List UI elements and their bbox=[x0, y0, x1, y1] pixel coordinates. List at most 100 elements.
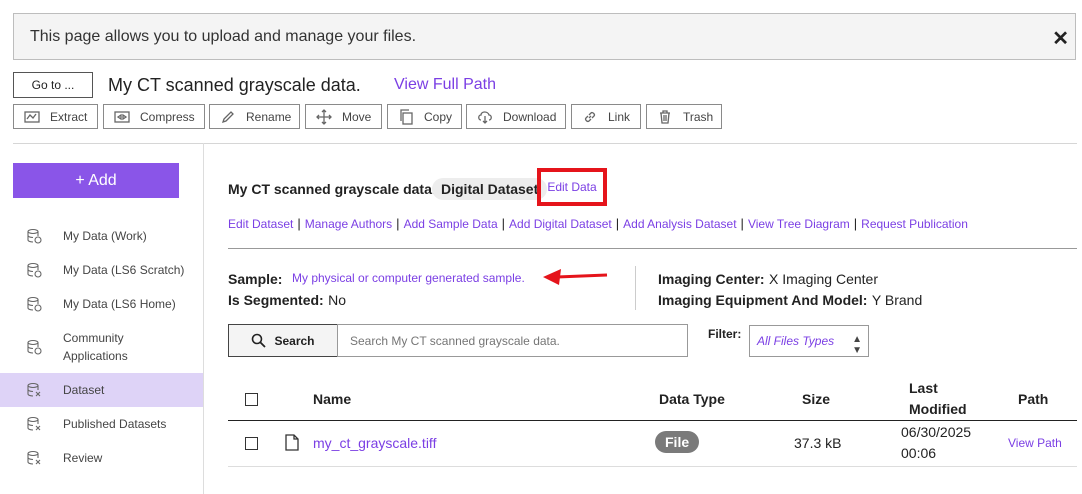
dataset-title: My CT scanned grayscale data. bbox=[228, 181, 436, 197]
search-icon bbox=[252, 333, 267, 348]
sidebar-divider bbox=[203, 143, 204, 494]
data-type-badge: File bbox=[655, 431, 700, 453]
sidebar-item-my-data-ls6-home[interactable]: My Data (LS6 Home) bbox=[0, 294, 203, 314]
sidebar-item-dataset[interactable]: Dataset bbox=[0, 373, 203, 407]
sidebar-item-label: Review bbox=[63, 451, 103, 465]
extract-icon bbox=[23, 110, 41, 124]
separator: | bbox=[740, 216, 744, 231]
add-digital-dataset-link[interactable]: Add Digital Dataset bbox=[509, 217, 612, 231]
sidebar-item-my-data-ls6-scratch[interactable]: My Data (LS6 Scratch) bbox=[0, 260, 203, 280]
database-icon bbox=[27, 296, 42, 312]
sample-label: Sample: bbox=[228, 271, 283, 287]
dataset-icon bbox=[27, 416, 41, 431]
sidebar-item-label: Published Datasets bbox=[63, 417, 167, 431]
add-button[interactable]: + Add bbox=[13, 163, 179, 198]
imaging-equipment-label: Imaging Equipment And Model: bbox=[658, 292, 868, 308]
sidebar-item-label: Dataset bbox=[63, 383, 105, 397]
row-checkbox[interactable] bbox=[245, 437, 258, 450]
file-name-link[interactable]: my_ct_grayscale.tiff bbox=[313, 435, 436, 451]
close-icon[interactable]: ✕ bbox=[1052, 26, 1069, 51]
column-header-path[interactable]: Path bbox=[1018, 391, 1048, 407]
extract-label: Extract bbox=[50, 109, 88, 124]
copy-button[interactable]: Copy bbox=[387, 104, 462, 129]
pencil-icon bbox=[219, 110, 237, 124]
sample-link[interactable]: My physical or computer generated sample… bbox=[292, 271, 525, 285]
red-arrow-annotation bbox=[543, 269, 608, 285]
page-title: My CT scanned grayscale data. bbox=[108, 75, 361, 95]
banner-text: This page allows you to upload and manag… bbox=[30, 28, 417, 45]
edit-dataset-link[interactable]: Edit Dataset bbox=[228, 217, 293, 231]
download-label: Download bbox=[503, 109, 557, 124]
search-button-label: Search bbox=[274, 333, 315, 348]
modified-date: 06/30/2025 bbox=[901, 424, 972, 440]
sample-field: Sample: bbox=[228, 271, 282, 289]
download-button[interactable]: Download bbox=[466, 104, 566, 129]
link-button[interactable]: Link bbox=[571, 104, 641, 129]
compress-button[interactable]: Compress bbox=[103, 104, 205, 129]
trash-button[interactable]: Trash bbox=[646, 104, 722, 129]
go-to-button[interactable]: Go to ... bbox=[13, 72, 93, 98]
manage-authors-link[interactable]: Manage Authors bbox=[305, 217, 392, 231]
imaging-center-label: Imaging Center: bbox=[658, 271, 765, 287]
download-icon bbox=[476, 110, 494, 124]
imaging-center-value: X Imaging Center bbox=[769, 271, 878, 287]
database-icon bbox=[27, 262, 42, 278]
file-size: 37.3 kB bbox=[794, 435, 842, 451]
dataset-icon bbox=[27, 450, 41, 465]
segmented-value: No bbox=[328, 292, 347, 308]
imaging-center-field: Imaging Center: X Imaging Center bbox=[658, 271, 878, 289]
rename-label: Rename bbox=[246, 109, 292, 124]
sidebar-item-label: My Data (LS6 Scratch) bbox=[63, 263, 185, 277]
request-publication-link[interactable]: Request Publication bbox=[861, 217, 968, 231]
add-analysis-dataset-link[interactable]: Add Analysis Dataset bbox=[623, 217, 736, 231]
file-icon bbox=[285, 434, 299, 451]
trash-icon bbox=[656, 109, 674, 124]
imaging-equipment-value: Y Brand bbox=[871, 292, 923, 308]
separator: | bbox=[615, 216, 620, 231]
sidebar-item-label: Community Applications bbox=[63, 331, 128, 363]
search-button[interactable]: Search bbox=[228, 324, 338, 357]
view-tree-diagram-link[interactable]: View Tree Diagram bbox=[748, 217, 850, 231]
database-icon bbox=[27, 339, 42, 355]
view-full-path-link[interactable]: View Full Path bbox=[394, 76, 496, 94]
column-header-size[interactable]: Size bbox=[802, 391, 830, 407]
sidebar-item-my-data-work[interactable]: My Data (Work) bbox=[0, 226, 203, 246]
dataset-type-badge: Digital Dataset bbox=[432, 178, 548, 200]
column-header-name[interactable]: Name bbox=[313, 391, 351, 407]
separator: | bbox=[297, 216, 301, 231]
select-caret-icon: ▲ ▼ bbox=[852, 334, 862, 356]
file-type-filter-select[interactable]: All Files Types ▲ ▼ bbox=[749, 325, 869, 357]
filter-label: Filter: bbox=[708, 327, 742, 341]
rename-button[interactable]: Rename bbox=[209, 104, 300, 129]
imaging-equipment-field: Imaging Equipment And Model: Y Brand bbox=[658, 292, 922, 310]
add-sample-data-link[interactable]: Add Sample Data bbox=[404, 217, 498, 231]
dataset-icon bbox=[27, 382, 41, 397]
column-header-last-modified-line1[interactable]: Last bbox=[909, 380, 938, 396]
view-path-link[interactable]: View Path bbox=[1008, 436, 1062, 450]
link-icon bbox=[581, 110, 599, 124]
dataset-action-links: Edit Dataset | Manage Authors | Add Sample D… bbox=[228, 216, 968, 231]
database-icon bbox=[27, 228, 42, 244]
move-button[interactable]: Move bbox=[305, 104, 382, 129]
column-header-data-type[interactable]: Data Type bbox=[659, 391, 725, 407]
sidebar-item-review[interactable]: Review bbox=[0, 448, 203, 468]
sidebar-item-label: My Data (Work) bbox=[63, 229, 147, 243]
extract-button[interactable]: Extract bbox=[13, 104, 98, 129]
trash-label: Trash bbox=[683, 109, 714, 124]
select-all-checkbox[interactable] bbox=[245, 393, 258, 406]
segmented-label: Is Segmented: bbox=[228, 292, 324, 308]
sidebar-item-community-applications[interactable]: Community Applications bbox=[0, 329, 203, 365]
modified-time: 00:06 bbox=[901, 445, 937, 461]
sidebar-item-label: My Data (LS6 Home) bbox=[63, 297, 176, 311]
move-icon bbox=[315, 108, 333, 125]
section-divider bbox=[228, 248, 1077, 249]
separator: | bbox=[853, 216, 858, 231]
filter-value: All Files Types bbox=[757, 334, 835, 348]
search-input[interactable] bbox=[337, 324, 688, 357]
segmented-field: Is Segmented: No bbox=[228, 292, 346, 310]
sidebar-item-published-datasets[interactable]: Published Datasets bbox=[0, 414, 203, 434]
link-label: Link bbox=[608, 109, 631, 124]
column-header-last-modified-line2[interactable]: Modified bbox=[909, 401, 967, 417]
edit-data-link[interactable]: Edit Data bbox=[537, 168, 607, 206]
section-divider bbox=[13, 143, 1077, 144]
